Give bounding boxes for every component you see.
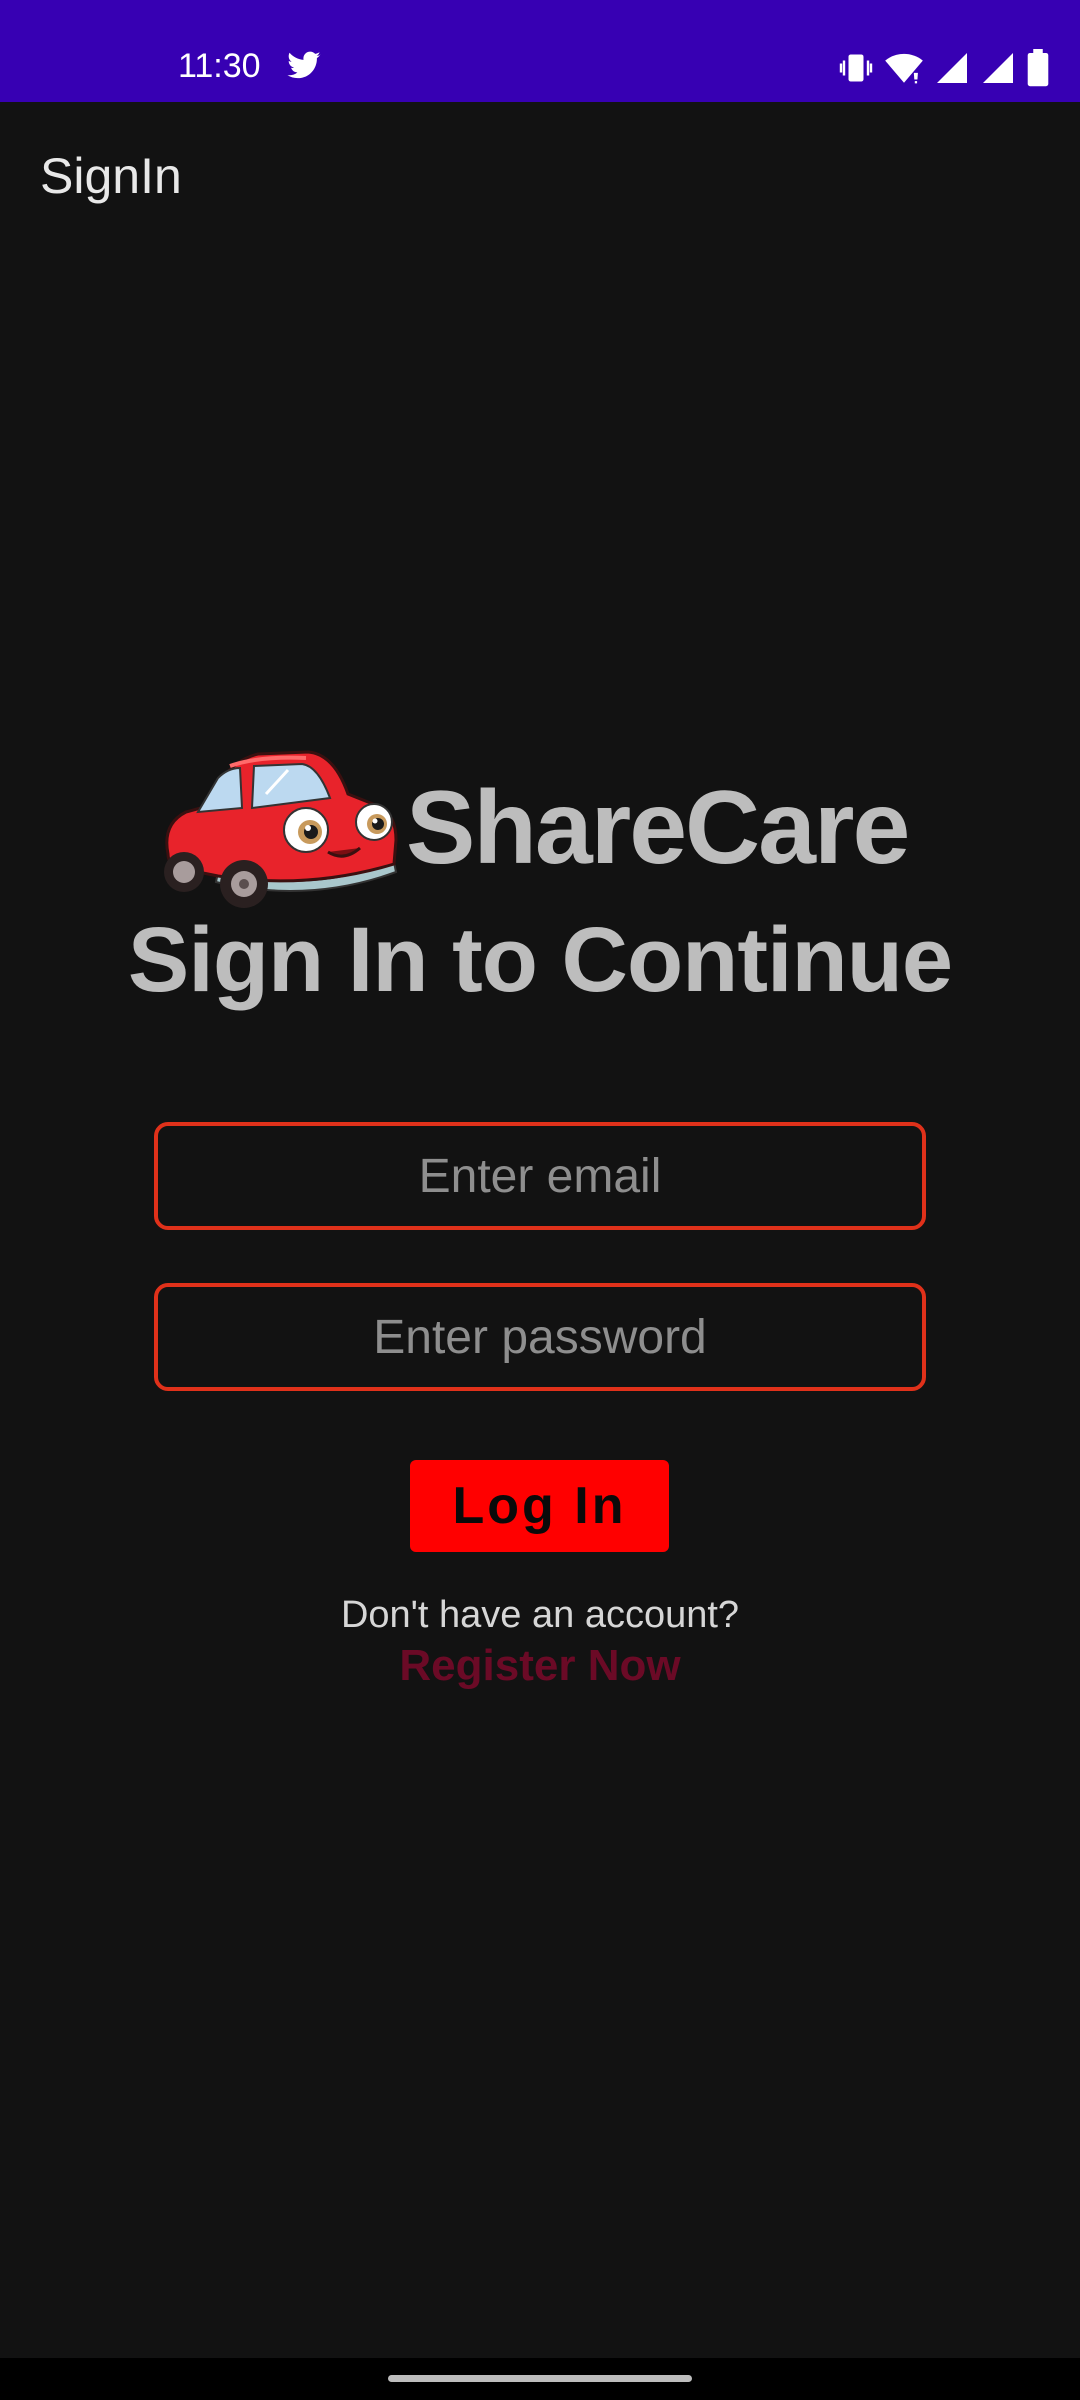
vibrate-icon [839, 54, 873, 82]
brand-name: ShareCare [406, 770, 910, 886]
register-now-link[interactable]: Register Now [0, 1640, 1080, 1692]
app-bar: SignIn [0, 102, 1080, 248]
page-headline: Sign In to Continue [127, 909, 953, 1011]
status-icons [838, 48, 1050, 88]
status-time: 11:30 [178, 47, 261, 85]
home-gesture-handle[interactable] [388, 2375, 692, 2382]
battery-icon [1027, 49, 1049, 87]
car-mascot-icon [164, 750, 398, 908]
cell-signal-icon [937, 53, 967, 83]
system-nav-bar [0, 2358, 1080, 2400]
app-bar-title: SignIn [40, 148, 182, 204]
status-bar: 11:30 [0, 0, 1080, 102]
register-prompt: Don't have an account? [340, 1594, 740, 1636]
password-field[interactable] [154, 1283, 926, 1391]
cell-signal-icon [983, 53, 1013, 83]
twitter-icon [287, 51, 321, 79]
signin-screen: 11:30 SignIn ShareCare Sign In to Contin… [0, 0, 1080, 2400]
email-field[interactable] [154, 1122, 926, 1230]
brand-row: ShareCare [158, 744, 938, 914]
wifi-icon [885, 53, 923, 84]
login-button[interactable]: Log In [410, 1460, 669, 1552]
